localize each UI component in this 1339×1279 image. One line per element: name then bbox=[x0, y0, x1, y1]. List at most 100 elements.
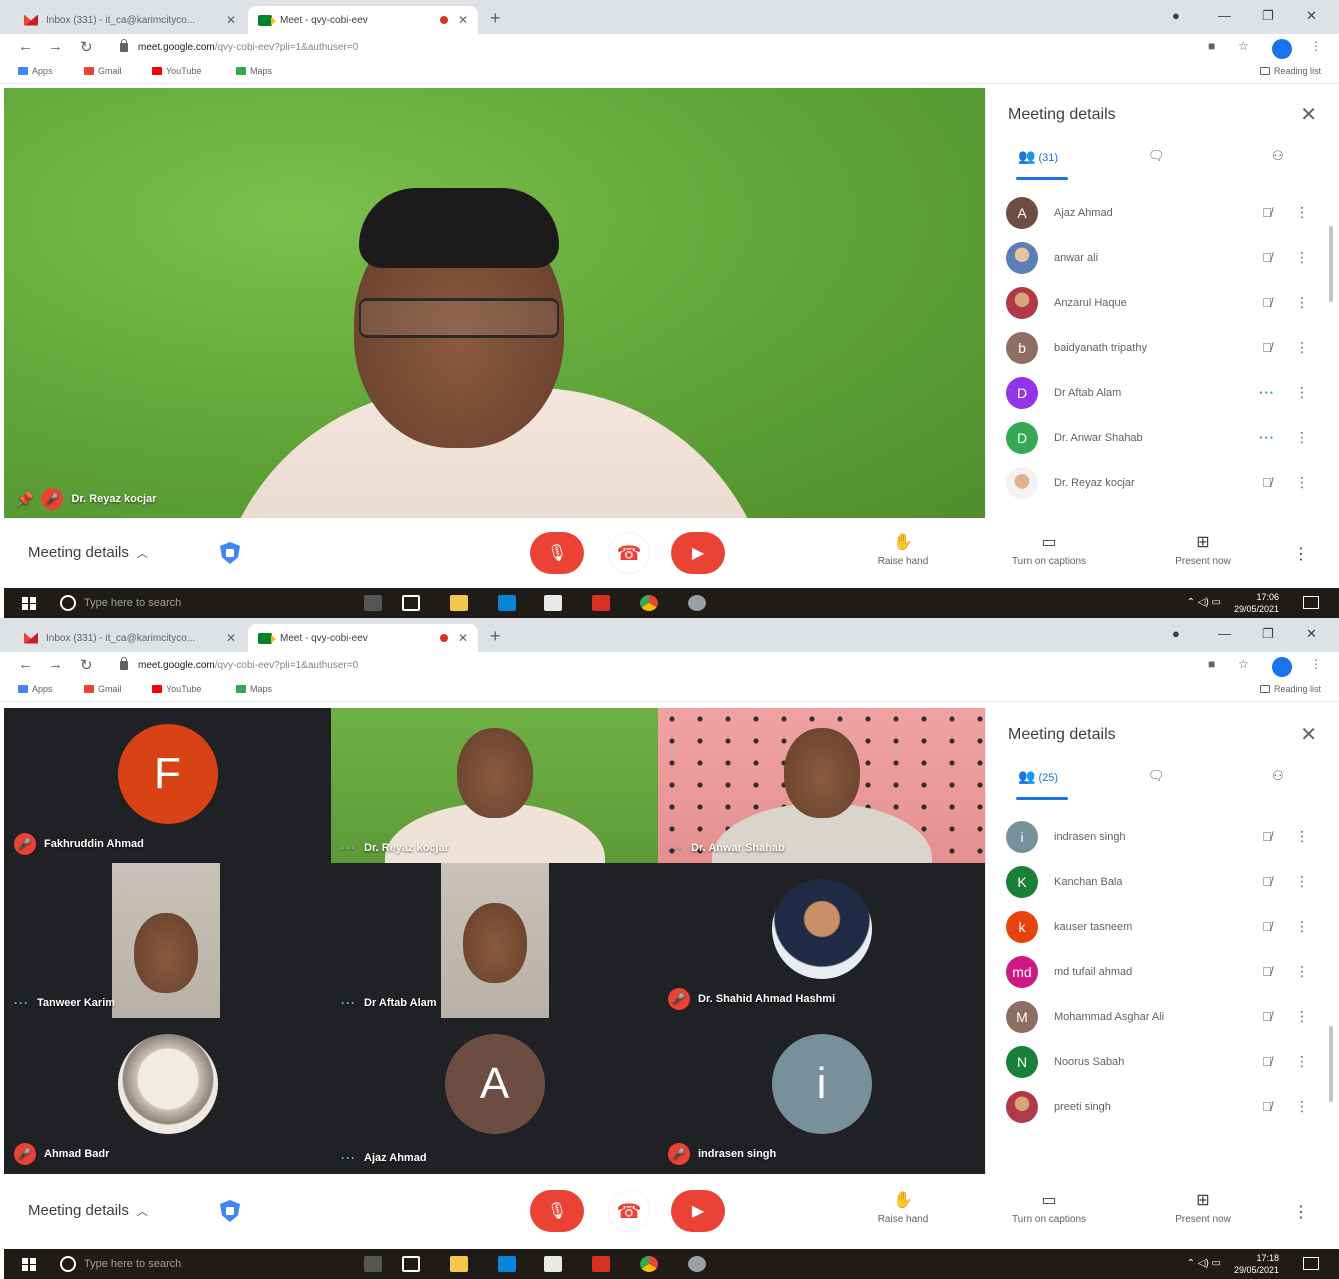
mic-off-button[interactable]: 🎙 bbox=[530, 1190, 584, 1232]
tab-meet[interactable]: Meet - qvy-cobi-eev ✕ bbox=[248, 6, 478, 34]
reading-list[interactable]: Reading list bbox=[1259, 684, 1321, 694]
participant-row[interactable]: preeti singh 🎙̸ ⋮ bbox=[1006, 1084, 1317, 1129]
reload-icon[interactable]: ↻ bbox=[80, 656, 93, 674]
clock[interactable]: 17:18 29/05/2021 bbox=[1234, 1252, 1279, 1276]
scrollbar[interactable] bbox=[1329, 1026, 1333, 1102]
notification-icon[interactable] bbox=[1303, 1257, 1319, 1270]
more-options-icon[interactable]: ⋮ bbox=[1287, 1008, 1317, 1025]
camera-off-button[interactable]: ▶ bbox=[671, 532, 725, 574]
more-options-icon[interactable]: ⋮ bbox=[1287, 1053, 1317, 1070]
chrome-icon[interactable] bbox=[640, 595, 658, 611]
host-controls-icon[interactable] bbox=[220, 542, 240, 564]
chat-icon[interactable]: 🗨 bbox=[1148, 768, 1165, 784]
more-options-icon[interactable]: ⋮ bbox=[1287, 474, 1317, 491]
app-icon[interactable] bbox=[592, 1256, 610, 1272]
address-bar[interactable]: meet.google.com/qvy-cobi-eev?pli=1&authu… bbox=[112, 654, 1192, 676]
tab-gmail[interactable]: Inbox (331) - it_ca@karimcityco... ✕ bbox=[14, 6, 246, 34]
more-options-icon[interactable]: ⋮ bbox=[1287, 339, 1317, 356]
more-options-icon[interactable]: ⋮ bbox=[1293, 544, 1309, 564]
bookmark-gmail[interactable]: Gmail bbox=[84, 66, 122, 76]
reading-list[interactable]: Reading list bbox=[1259, 66, 1321, 76]
minimize-button[interactable]: — bbox=[1218, 626, 1231, 641]
close-icon[interactable]: ✕ bbox=[1300, 722, 1317, 747]
back-icon[interactable]: ← bbox=[18, 656, 33, 673]
notification-icon[interactable] bbox=[1303, 596, 1319, 609]
more-options-icon[interactable]: ⋮ bbox=[1287, 204, 1317, 221]
more-options-icon[interactable]: ⋮ bbox=[1287, 828, 1317, 845]
task-view-icon[interactable] bbox=[402, 1256, 420, 1272]
captions-button[interactable]: ▭ Turn on captions bbox=[994, 1190, 1104, 1225]
more-options-icon[interactable]: ⋮ bbox=[1287, 1098, 1317, 1115]
speaker-video[interactable]: 📌 🎤 Dr. Reyaz kocjar bbox=[4, 88, 985, 518]
mic-off-button[interactable]: 🎙 bbox=[530, 532, 584, 574]
participant-tile[interactable]: ··· Dr. Reyaz kocjar bbox=[331, 708, 658, 863]
participant-row[interactable]: i indrasen singh 🎙̸ ⋮ bbox=[1006, 814, 1317, 859]
address-bar[interactable]: meet.google.com/qvy-cobi-eev?pli=1&authu… bbox=[112, 36, 1192, 58]
tab-people[interactable]: 👥 (31) bbox=[1018, 148, 1058, 165]
profile-avatar[interactable] bbox=[1272, 39, 1292, 59]
bookmark-maps[interactable]: Maps bbox=[236, 684, 272, 694]
close-icon[interactable]: ✕ bbox=[1300, 102, 1317, 127]
activities-icon[interactable]: ⚇ bbox=[1272, 768, 1284, 784]
restore-button[interactable]: ❐ bbox=[1262, 8, 1274, 24]
store-icon[interactable] bbox=[544, 595, 562, 611]
microphone-icon[interactable] bbox=[364, 1256, 382, 1272]
chrome-menu-icon[interactable]: ⋮ bbox=[1310, 657, 1322, 671]
meeting-details-button[interactable]: Meeting details ︿ bbox=[28, 544, 148, 561]
chrome-menu-icon[interactable]: ⋮ bbox=[1310, 39, 1322, 53]
participant-tile[interactable]: i 🎤 indrasen singh bbox=[658, 1018, 985, 1173]
tab-meet[interactable]: Meet - qvy-cobi-eev ✕ bbox=[248, 624, 478, 652]
participant-row[interactable]: md md tufail ahmad 🎙̸ ⋮ bbox=[1006, 949, 1317, 994]
participant-row[interactable]: N Noorus Sabah 🎙̸ ⋮ bbox=[1006, 1039, 1317, 1084]
meeting-details-button[interactable]: Meeting details ︿ bbox=[28, 1202, 148, 1219]
profile-menu-icon[interactable]: ● bbox=[1172, 8, 1180, 23]
edge-icon[interactable] bbox=[498, 1256, 516, 1272]
back-icon[interactable]: ← bbox=[18, 38, 33, 55]
profile-menu-icon[interactable]: ● bbox=[1172, 626, 1180, 641]
more-options-icon[interactable]: ⋮ bbox=[1287, 429, 1317, 446]
participant-row[interactable]: k kauser tasneem 🎙̸ ⋮ bbox=[1006, 904, 1317, 949]
participant-tile[interactable]: 🎤 Ahmad Badr bbox=[4, 1018, 331, 1173]
participant-row[interactable]: anwar ali 🎙̸ ⋮ bbox=[1006, 235, 1317, 280]
participant-tile[interactable]: F 🎤 Fakhruddin Ahmad bbox=[4, 708, 331, 863]
forward-icon[interactable]: → bbox=[48, 656, 63, 673]
participant-row[interactable]: b baidyanath tripathy 🎙̸ ⋮ bbox=[1006, 325, 1317, 370]
restore-button[interactable]: ❐ bbox=[1262, 626, 1274, 642]
participant-row[interactable]: D Dr Aftab Alam ··· ⋮ bbox=[1006, 370, 1317, 415]
system-tray-icons[interactable]: ⌃ ◁) ▭ bbox=[1187, 1258, 1221, 1269]
participant-tile[interactable]: ··· Tanweer Karim bbox=[4, 863, 331, 1018]
participant-row[interactable]: Dr. Reyaz kocjar 🎙̸ ⋮ bbox=[1006, 460, 1317, 505]
present-now-button[interactable]: ⊞ Present now bbox=[1148, 532, 1258, 567]
clock[interactable]: 17:06 29/05/2021 bbox=[1234, 591, 1279, 615]
camera-in-use-icon[interactable]: ■ bbox=[1208, 657, 1215, 671]
taskbar-search[interactable]: Type here to search bbox=[54, 1252, 354, 1276]
app-icon[interactable] bbox=[688, 1256, 706, 1272]
raise-hand-button[interactable]: ✋ Raise hand bbox=[848, 1190, 958, 1225]
present-now-button[interactable]: ⊞ Present now bbox=[1148, 1190, 1258, 1225]
more-options-icon[interactable]: ⋮ bbox=[1287, 963, 1317, 980]
app-icon[interactable] bbox=[688, 595, 706, 611]
more-options-icon[interactable]: ⋮ bbox=[1287, 294, 1317, 311]
reload-icon[interactable]: ↻ bbox=[80, 38, 93, 56]
microphone-icon[interactable] bbox=[364, 595, 382, 611]
more-options-icon[interactable]: ⋮ bbox=[1287, 249, 1317, 266]
close-tab-icon[interactable]: ✕ bbox=[458, 13, 468, 27]
profile-avatar[interactable] bbox=[1272, 657, 1292, 677]
close-window-button[interactable]: ✕ bbox=[1306, 8, 1317, 24]
bookmark-gmail[interactable]: Gmail bbox=[84, 684, 122, 694]
more-options-icon[interactable]: ⋮ bbox=[1287, 873, 1317, 890]
store-icon[interactable] bbox=[544, 1256, 562, 1272]
participant-row[interactable]: D Dr. Anwar Shahab ··· ⋮ bbox=[1006, 415, 1317, 460]
windows-start-icon[interactable] bbox=[22, 1258, 36, 1271]
file-explorer-icon[interactable] bbox=[450, 1256, 468, 1272]
bookmark-youtube[interactable]: YouTube bbox=[152, 66, 201, 76]
taskbar-search[interactable]: Type here to search bbox=[54, 591, 354, 615]
close-tab-icon[interactable]: ✕ bbox=[458, 631, 468, 645]
bookmark-apps[interactable]: Apps bbox=[18, 684, 53, 694]
participant-row[interactable]: A Ajaz Ahmad 🎙̸ ⋮ bbox=[1006, 190, 1317, 235]
participant-row[interactable]: K Kanchan Bala 🎙̸ ⋮ bbox=[1006, 859, 1317, 904]
camera-in-use-icon[interactable]: ■ bbox=[1208, 39, 1215, 53]
more-options-icon[interactable]: ⋮ bbox=[1293, 1202, 1309, 1222]
participant-tile[interactable]: A ··· Ajaz Ahmad bbox=[331, 1018, 658, 1173]
chat-icon[interactable]: 🗨 bbox=[1148, 148, 1165, 164]
